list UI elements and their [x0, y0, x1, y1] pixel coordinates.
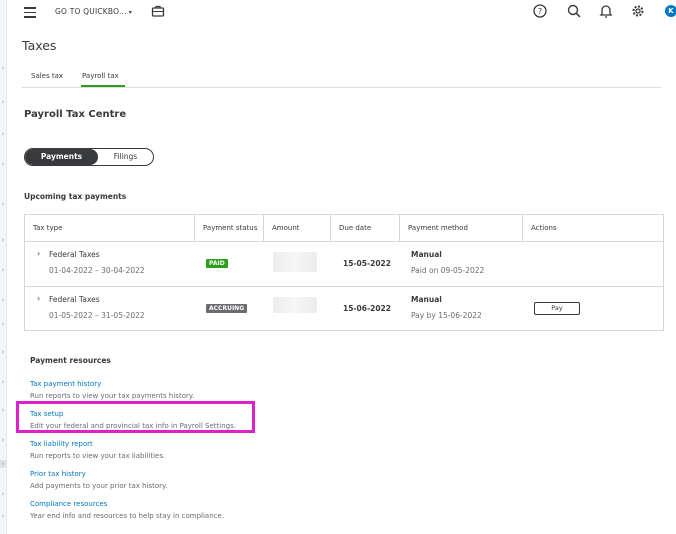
tab-bar: Sales tax Payroll tax [22, 69, 661, 88]
chevron-right-icon[interactable]: › [0, 236, 6, 244]
payment-method-detail: Pay by 15-06-2022 [411, 311, 482, 320]
chevron-right-icon[interactable]: › [0, 64, 6, 72]
chevron-right-icon[interactable]: › [0, 200, 6, 208]
resource-description: Year end info and resources to help stay… [30, 512, 225, 520]
resource-description: Run reports to view your tax liabilities… [30, 452, 166, 460]
divider [25, 241, 663, 242]
chevron-right-icon[interactable]: › [0, 436, 6, 444]
compliance-resources-link[interactable]: Compliance resources [30, 499, 107, 509]
payments-toggle-button[interactable]: Payments [25, 149, 98, 165]
chevron-down-icon: ▾ [128, 9, 132, 16]
payment-method: Manual [411, 295, 442, 304]
chevron-right-icon[interactable]: › [0, 460, 6, 468]
chevron-right-icon[interactable]: › [0, 378, 6, 386]
chevron-right-icon[interactable]: › [0, 348, 6, 356]
chevron-right-icon[interactable]: › [0, 130, 6, 138]
payment-method-detail: Paid on 09-05-2022 [411, 266, 485, 275]
tax-type: Federal Taxes [49, 295, 100, 304]
chevron-right-icon[interactable]: › [0, 296, 6, 304]
resource-description: Add payments to your prior tax history. [30, 482, 168, 490]
gear-icon[interactable] [630, 3, 646, 19]
upcoming-payments-title: Upcoming tax payments [24, 192, 127, 201]
tab-sales-tax[interactable]: Sales tax [31, 71, 63, 81]
column-header-amount[interactable]: Amount [264, 215, 331, 241]
menu-icon[interactable] [24, 7, 36, 18]
resource-description: Run reports to view your tax payments hi… [30, 392, 195, 400]
page-title: Taxes [22, 38, 57, 53]
filings-toggle-button[interactable]: Filings [98, 149, 153, 165]
status-badge: ACCRUING [206, 304, 248, 313]
column-header-payment-method[interactable]: Payment method [400, 215, 523, 241]
briefcase-icon[interactable] [151, 4, 165, 18]
due-date: 15-05-2022 [343, 259, 391, 268]
tax-liability-report-link[interactable]: Tax liability report [30, 439, 93, 449]
resource-description: Edit your federal and provincial tax inf… [30, 422, 236, 430]
payments-filings-toggle: Payments Filings [24, 148, 154, 166]
prior-tax-history-link[interactable]: Prior tax history [30, 469, 86, 479]
column-header-payment-status[interactable]: Payment status [195, 215, 264, 241]
tax-setup-link[interactable]: Tax setup [30, 409, 63, 419]
chevron-right-icon[interactable]: › [0, 98, 6, 106]
chevron-right-icon[interactable]: › [37, 249, 40, 258]
search-icon[interactable] [566, 3, 582, 19]
chevron-right-icon[interactable]: › [0, 512, 6, 520]
due-date: 15-06-2022 [343, 304, 391, 313]
upcoming-payments-table: Tax type Payment status Amount Due date … [24, 214, 664, 331]
chevron-right-icon[interactable]: › [0, 406, 6, 414]
chevron-right-icon[interactable]: › [0, 160, 6, 168]
tax-period: 01-04-2022 – 30-04-2022 [49, 266, 145, 275]
amount-redacted [273, 252, 317, 272]
svg-text:?: ? [538, 7, 542, 16]
tax-type: Federal Taxes [49, 250, 100, 259]
tax-period: 01-05-2022 – 31-05-2022 [49, 311, 145, 320]
bell-icon[interactable] [598, 3, 614, 19]
section-title: Payroll Tax Centre [24, 109, 127, 120]
chevron-right-icon[interactable]: › [0, 266, 6, 274]
chevron-right-icon[interactable]: › [0, 320, 6, 328]
tax-payment-history-link[interactable]: Tax payment history [30, 379, 101, 389]
column-header-tax-type[interactable]: Tax type [25, 215, 195, 241]
status-badge: PAID [206, 259, 228, 268]
pay-button[interactable]: Pay [534, 302, 580, 315]
avatar[interactable]: K [665, 5, 676, 17]
payment-resources-title: Payment resources [30, 356, 111, 365]
amount-redacted [273, 297, 317, 313]
payment-method: Manual [411, 250, 442, 259]
chevron-right-icon[interactable]: › [37, 294, 40, 303]
tab-payroll-tax[interactable]: Payroll tax [81, 71, 125, 87]
help-icon[interactable]: ? [532, 3, 548, 19]
chevron-right-icon[interactable]: › [0, 490, 6, 498]
goto-label: GO TO QUICKBO... [55, 7, 127, 16]
left-nav-rail: › › › › › › › › › › › › › › › › [0, 0, 7, 534]
goto-dropdown[interactable]: GO TO QUICKBO... ▾ [55, 6, 132, 19]
column-header-actions[interactable]: Actions [523, 215, 663, 241]
divider [25, 286, 663, 287]
column-header-due-date[interactable]: Due date [331, 215, 400, 241]
